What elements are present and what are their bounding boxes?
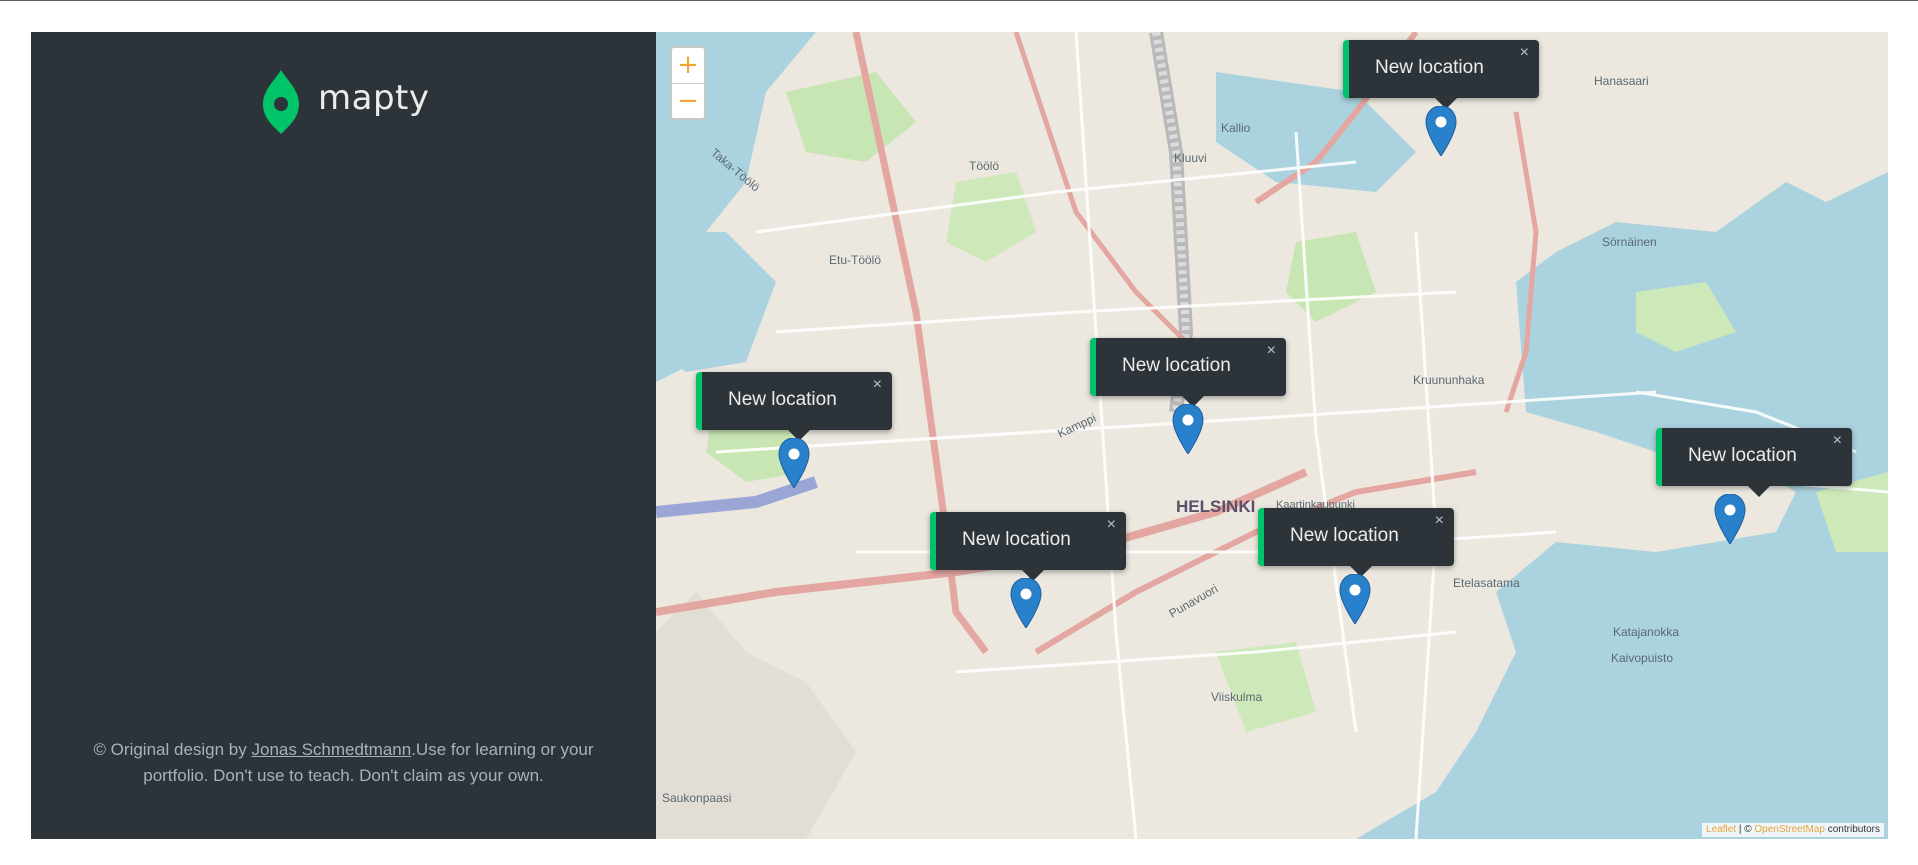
popup-label: New location xyxy=(1375,57,1484,78)
close-icon[interactable]: × xyxy=(1107,516,1116,534)
close-icon[interactable]: × xyxy=(1267,342,1276,360)
popup-label: New location xyxy=(1290,525,1399,546)
openstreetmap-link[interactable]: OpenStreetMap xyxy=(1754,824,1825,835)
location-popup[interactable]: New location × xyxy=(1343,40,1539,109)
popup-label: New location xyxy=(1122,355,1231,376)
close-icon[interactable]: × xyxy=(1520,44,1529,62)
place-label-etu-toolo: Etu-Töölö xyxy=(829,253,881,267)
brand-name: mapty xyxy=(318,78,430,118)
location-marker-icon[interactable] xyxy=(1714,494,1746,544)
place-label-etelasatama: Etelasatama xyxy=(1453,576,1520,590)
place-label-hanasaari: Hanasaari xyxy=(1594,74,1649,88)
place-label-helsinki: HELSINKI xyxy=(1176,497,1255,516)
close-icon[interactable]: × xyxy=(873,376,882,394)
place-label-kallio: Kallio xyxy=(1221,121,1251,135)
zoom-in-button[interactable]: + xyxy=(672,48,704,83)
location-popup[interactable]: New location × xyxy=(696,372,892,441)
place-label-saukonpaasi: Saukonpaasi xyxy=(662,791,731,805)
zoom-control: + − xyxy=(670,46,706,120)
place-label-kaivopuisto: Kaivopuisto xyxy=(1611,651,1673,665)
location-popup[interactable]: New location × xyxy=(1656,428,1852,497)
location-popup[interactable]: New location × xyxy=(1258,508,1454,577)
popup-tip xyxy=(1748,486,1770,497)
place-label-sornainen: Sörnäinen xyxy=(1602,235,1657,249)
place-label-viiskulma: Viiskulma xyxy=(1211,690,1262,704)
location-popup[interactable]: New location × xyxy=(930,512,1126,581)
copyright-prefix: © Original design by xyxy=(93,740,252,759)
popup-label: New location xyxy=(962,529,1071,550)
leaflet-link[interactable]: Leaflet xyxy=(1706,824,1736,835)
place-label-kruununhaka: Kruununhaka xyxy=(1413,373,1485,387)
copyright-notice: © Original design by Jonas Schmedtmann.U… xyxy=(31,737,656,789)
brand-logo: mapty xyxy=(261,68,430,134)
close-icon[interactable]: × xyxy=(1833,432,1842,450)
location-marker-icon[interactable] xyxy=(778,438,810,488)
popup-label: New location xyxy=(1688,445,1797,466)
popup-label: New location xyxy=(728,389,837,410)
map[interactable]: HELSINKI Kallio Kluuvi Töölö Etu-Töölö T… xyxy=(656,32,1888,839)
attribution-separator: | © xyxy=(1736,824,1755,835)
author-link[interactable]: Jonas Schmedtmann xyxy=(251,740,411,759)
map-attribution: Leaflet | © OpenStreetMap contributors xyxy=(1702,823,1884,837)
location-marker-icon[interactable] xyxy=(1010,578,1042,628)
sidebar: mapty © Original design by Jonas Schmedt… xyxy=(31,32,656,839)
place-label-kluuvi: Kluuvi xyxy=(1174,151,1207,165)
map-pin-logo-icon xyxy=(263,70,299,134)
location-marker-icon[interactable] xyxy=(1425,106,1457,156)
location-marker-icon[interactable] xyxy=(1339,574,1371,624)
close-icon[interactable]: × xyxy=(1435,512,1444,530)
location-marker-icon[interactable] xyxy=(1172,404,1204,454)
attribution-contributors: contributors xyxy=(1824,824,1880,835)
location-popup[interactable]: New location × xyxy=(1090,338,1286,407)
place-label-toolo: Töölö xyxy=(969,159,999,173)
window-top-rule xyxy=(0,0,1918,1)
zoom-out-button[interactable]: − xyxy=(672,83,704,119)
place-label-katajanokka: Katajanokka xyxy=(1613,625,1679,639)
